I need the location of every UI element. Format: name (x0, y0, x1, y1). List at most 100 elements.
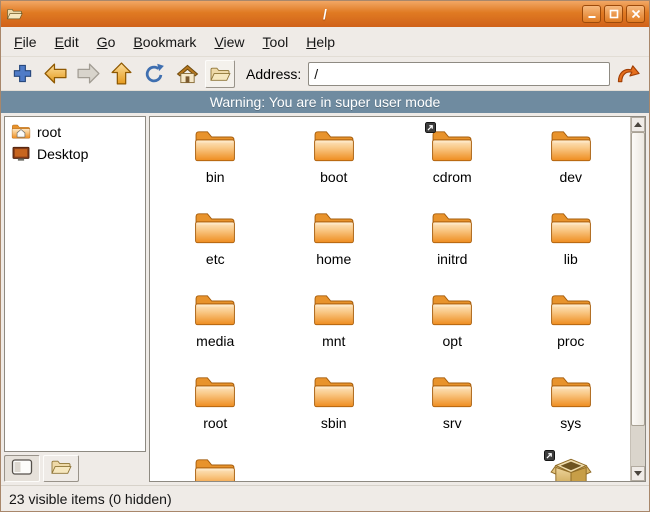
folder-icon (430, 128, 474, 164)
open-box-icon (549, 456, 593, 481)
folder-item[interactable]: dev (512, 121, 631, 203)
folder-item[interactable]: etc (156, 203, 275, 285)
go-button[interactable] (613, 60, 643, 88)
folder-item[interactable]: cdrom (393, 121, 512, 203)
folder-icon (549, 210, 593, 246)
toolbar: Address: (1, 57, 649, 91)
menu-item-bookmark[interactable]: Bookmark (124, 29, 205, 55)
places-pane-icon (11, 458, 33, 479)
refresh-button[interactable] (139, 60, 169, 88)
back-arrow-icon (43, 62, 68, 85)
folder-icon (430, 292, 474, 328)
menu-item-go[interactable]: Go (88, 29, 125, 55)
folder-label: proc (557, 334, 584, 349)
sidebar-item-label: root (37, 124, 61, 140)
go-arrow-icon (615, 62, 642, 85)
folder-item[interactable]: mnt (275, 285, 394, 367)
back-button[interactable] (40, 60, 70, 88)
side-pane-toggles (4, 455, 146, 482)
folder-icon (193, 128, 237, 164)
sidebar-item-root[interactable]: root (7, 120, 143, 143)
home-folder-icon (11, 123, 31, 140)
up-button[interactable] (106, 60, 136, 88)
close-button[interactable] (626, 5, 645, 23)
home-button[interactable] (172, 60, 202, 88)
warning-banner: Warning: You are in super user mode (1, 91, 649, 113)
desktop-icon (11, 146, 31, 162)
open-folder-button[interactable] (205, 60, 235, 88)
folder-item-partial[interactable] (156, 449, 275, 481)
file-manager-window: / FileEditGoBookmarkViewToolHelp Address… (0, 0, 650, 512)
folder-label: home (316, 252, 351, 267)
menu-item-help[interactable]: Help (297, 29, 344, 55)
forward-arrow-icon (76, 62, 101, 85)
address-input[interactable] (308, 62, 610, 86)
window-controls (582, 5, 645, 23)
menu-item-tool[interactable]: Tool (254, 29, 298, 55)
window-title: / (1, 6, 649, 22)
folder-label: etc (206, 252, 225, 267)
folder-label: opt (443, 334, 462, 349)
folder-item[interactable]: media (156, 285, 275, 367)
open-folder-icon (209, 65, 231, 83)
menu-item-view[interactable]: View (205, 29, 253, 55)
minimize-button[interactable] (582, 5, 601, 23)
folder-icon (193, 210, 237, 246)
menubar: FileEditGoBookmarkViewToolHelp (1, 27, 649, 57)
side-pane-places-button[interactable] (4, 455, 40, 482)
folder-item[interactable]: proc (512, 285, 631, 367)
scroll-up-button[interactable] (631, 117, 645, 132)
new-tab-button[interactable] (7, 60, 37, 88)
maximize-button[interactable] (604, 5, 623, 23)
icon-view: bin boot cdrom dev etc home initrd lib media mnt o… (149, 116, 646, 482)
folder-label: lib (564, 252, 578, 267)
folder-item[interactable]: initrd (393, 203, 512, 285)
folder-icon (549, 128, 593, 164)
folder-icon (549, 292, 593, 328)
sidebar-item-desktop[interactable]: Desktop (7, 143, 143, 165)
menu-item-file[interactable]: File (5, 29, 46, 55)
folder-item[interactable]: sys (512, 367, 631, 449)
folder-pane-icon (50, 458, 72, 479)
folder-item[interactable]: boot (275, 121, 394, 203)
folder-item[interactable]: sbin (275, 367, 394, 449)
folder-item[interactable]: home (275, 203, 394, 285)
folder-label: boot (320, 170, 347, 185)
statusbar: 23 visible items (0 hidden) (1, 485, 649, 511)
folder-icon (312, 374, 356, 410)
folder-item-partial[interactable] (512, 449, 631, 481)
content-area: root Desktop bin boot cdrom dev etc home initrd… (1, 113, 649, 485)
symlink-emblem-icon (425, 121, 436, 132)
scroll-down-button[interactable] (631, 466, 645, 481)
folder-label: sbin (321, 416, 347, 431)
side-pane: root Desktop (4, 116, 146, 482)
scrollbar-thumb[interactable] (631, 132, 645, 426)
forward-button[interactable] (73, 60, 103, 88)
side-pane-list: root Desktop (4, 116, 146, 452)
folder-item[interactable]: lib (512, 203, 631, 285)
window-folder-icon (5, 6, 23, 22)
folder-label: media (196, 334, 234, 349)
folder-icon (193, 456, 237, 481)
folder-icon (193, 374, 237, 410)
folder-icon (549, 374, 593, 410)
up-arrow-icon (110, 61, 133, 86)
sidebar-item-label: Desktop (37, 146, 88, 162)
folder-item[interactable]: opt (393, 285, 512, 367)
folder-label: bin (206, 170, 225, 185)
titlebar[interactable]: / (1, 1, 649, 27)
folder-label: srv (443, 416, 462, 431)
folder-icon (312, 292, 356, 328)
side-pane-directory-tree-button[interactable] (43, 455, 79, 482)
menu-item-edit[interactable]: Edit (46, 29, 88, 55)
scrollbar-track[interactable] (631, 132, 645, 466)
folder-item[interactable]: bin (156, 121, 275, 203)
folder-icon (430, 210, 474, 246)
folder-item[interactable]: srv (393, 367, 512, 449)
folder-item[interactable]: root (156, 367, 275, 449)
folder-label: sys (560, 416, 581, 431)
folder-label: dev (559, 170, 582, 185)
folder-icon (430, 374, 474, 410)
address-label: Address: (246, 66, 301, 82)
folder-label: cdrom (433, 170, 472, 185)
